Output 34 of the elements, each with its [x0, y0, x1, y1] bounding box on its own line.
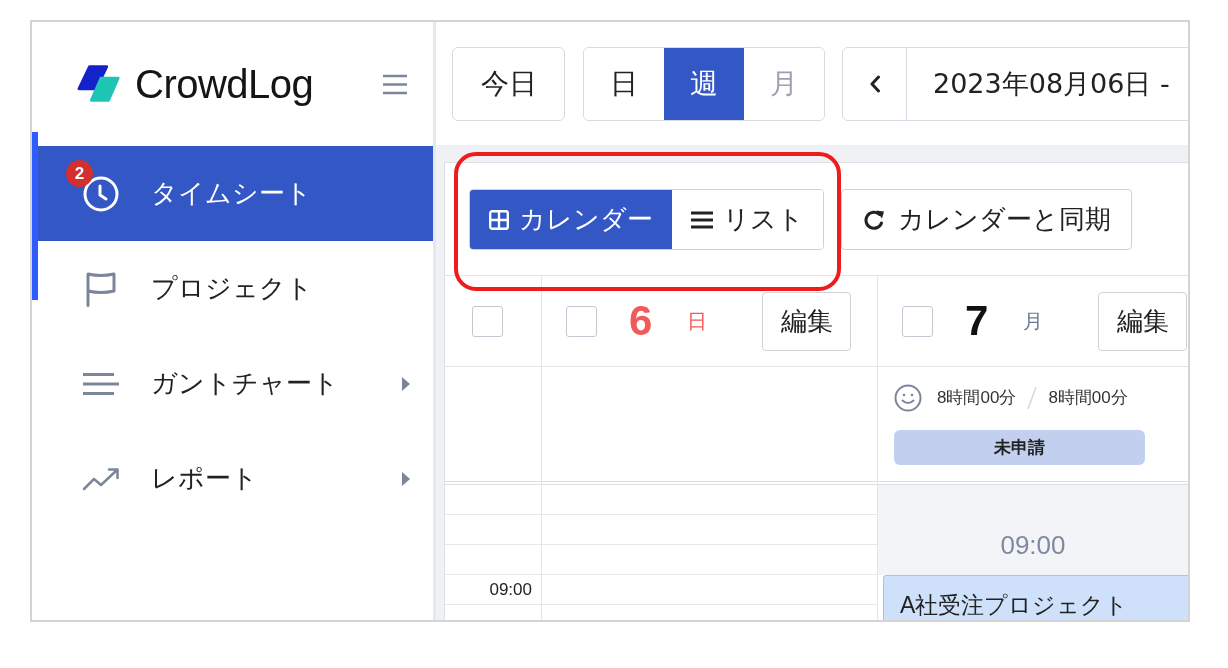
- today-button[interactable]: 今日: [452, 47, 565, 121]
- edit-button[interactable]: 編集: [1098, 291, 1187, 351]
- weekday-label: 月: [1023, 309, 1044, 334]
- list-icon: [691, 210, 713, 229]
- logo-icon: [77, 64, 121, 104]
- checkbox[interactable]: [472, 305, 503, 337]
- notification-badge: 2: [66, 159, 93, 187]
- grid-icon: [489, 209, 509, 230]
- chevron-left-icon: [868, 75, 881, 93]
- view-tab[interactable]: カレンダー: [470, 190, 672, 249]
- status-badge: 未申請: [894, 430, 1145, 465]
- separator-icon: [1027, 386, 1038, 410]
- clock-icon: [83, 175, 119, 212]
- weekday-label: 日: [687, 309, 708, 334]
- calendar-event[interactable]: A社受注プロジェクト: [883, 575, 1188, 620]
- time-label: 09:00: [489, 578, 532, 601]
- date-range-button[interactable]: 2023年08月06日 -: [933, 48, 1170, 120]
- day-number: 7: [965, 300, 989, 342]
- checkbox[interactable]: [566, 305, 597, 337]
- nav-item[interactable]: 2 タイムシート: [38, 146, 433, 241]
- checkbox[interactable]: [902, 305, 933, 337]
- logo-text: CrowdLog: [135, 64, 314, 104]
- day-number: 6: [629, 300, 653, 342]
- planned-hours: 8時間00分: [1048, 387, 1128, 410]
- actual-hours: 8時間00分: [937, 387, 1017, 410]
- menu-icon[interactable]: [383, 73, 407, 95]
- edit-button[interactable]: 編集: [762, 291, 851, 351]
- sync-button[interactable]: カレンダーと同期: [841, 189, 1132, 250]
- trend-up-icon: [82, 466, 120, 491]
- bars-icon: [82, 371, 120, 396]
- range-tab[interactable]: 週: [664, 48, 744, 120]
- work-start-label: 09:00: [1000, 530, 1066, 562]
- smiley-icon: [894, 384, 922, 412]
- flag-icon: [85, 270, 117, 307]
